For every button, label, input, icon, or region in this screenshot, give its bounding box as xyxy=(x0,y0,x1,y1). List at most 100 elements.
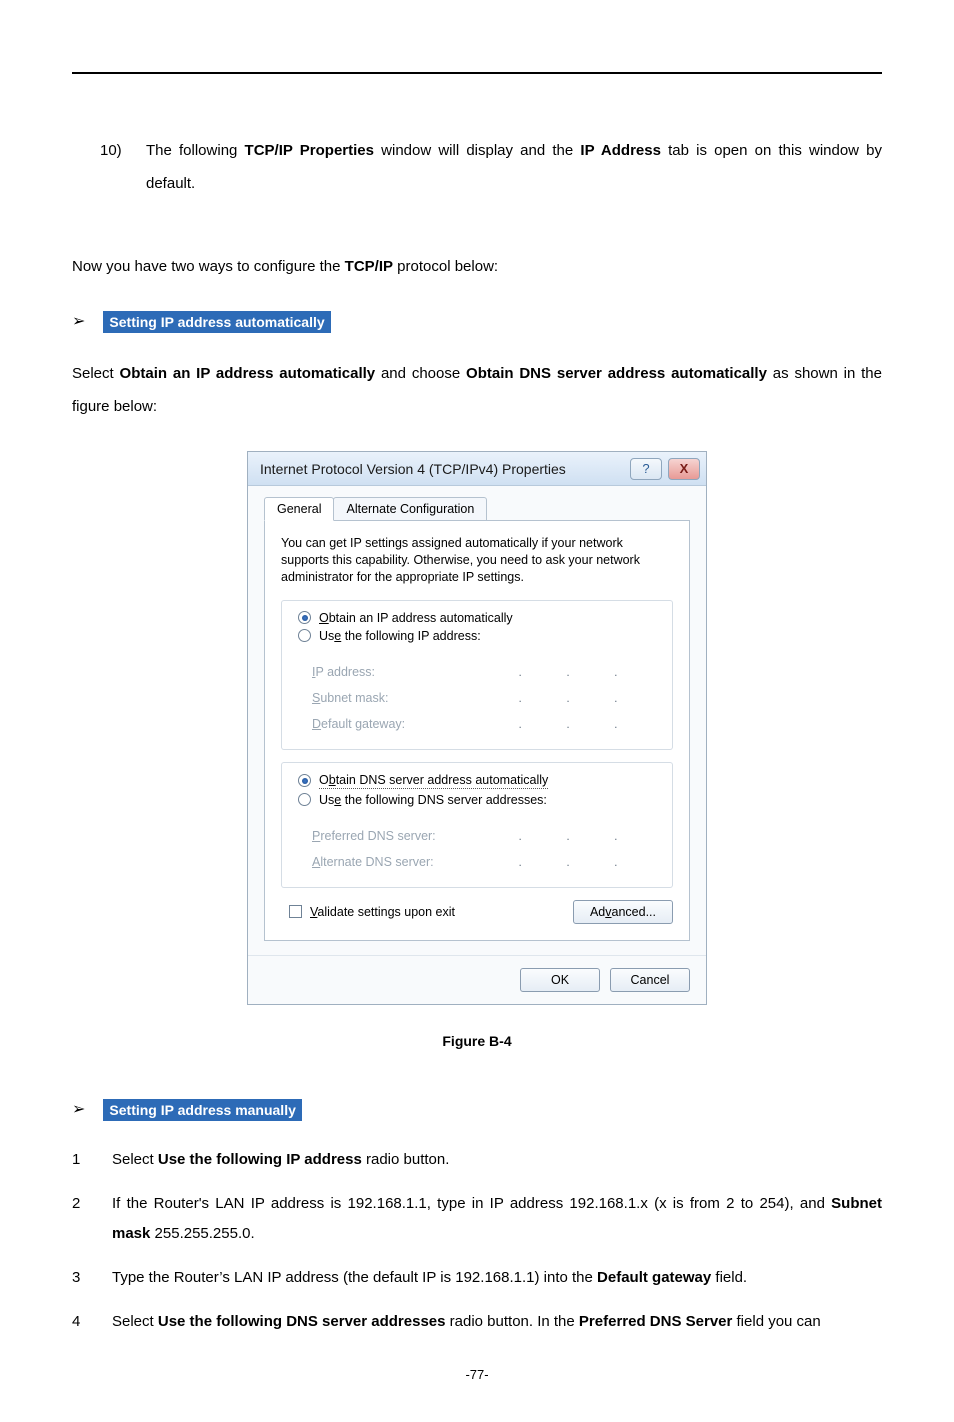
step-number: 2 xyxy=(72,1189,90,1249)
tab-panel-general: You can get IP settings assigned automat… xyxy=(264,520,690,941)
t: alidate settings upon exit xyxy=(317,905,455,919)
select-paragraph: Select Obtain an IP address automaticall… xyxy=(72,357,882,423)
t2: the following IP address: xyxy=(341,629,480,643)
field-preferred-dns: Preferred DNS server: ... xyxy=(312,825,658,847)
figure-caption: Figure B-4 xyxy=(72,1033,882,1049)
t: lternate DNS server: xyxy=(320,855,433,869)
preferred-dns-input[interactable]: ... xyxy=(478,825,658,847)
label: Alternate DNS server: xyxy=(312,855,462,869)
t1: If the Router's LAN IP address is 192.16… xyxy=(112,1195,825,1212)
radio-icon xyxy=(298,611,311,624)
t: efault gateway: xyxy=(321,717,405,731)
t3: field you can xyxy=(737,1313,821,1330)
step10-pre: The following xyxy=(146,142,237,159)
label: Subnet mask: xyxy=(312,691,462,705)
t1: O xyxy=(319,773,329,787)
b1: Use the following DNS server addresses xyxy=(158,1313,446,1330)
top-rule xyxy=(72,72,882,74)
radio-label: Obtain an IP address automatically xyxy=(319,611,513,625)
t1: Select xyxy=(112,1313,154,1330)
radio-label: Use the following IP address: xyxy=(319,629,481,643)
cancel-button[interactable]: Cancel xyxy=(610,968,690,992)
heading-auto: Setting IP address automatically xyxy=(103,311,330,333)
advanced-button[interactable]: Advanced... xyxy=(573,900,673,924)
b: Default gateway xyxy=(597,1269,711,1286)
dialog-body: General Alternate Configuration You can … xyxy=(248,486,706,955)
b2: Preferred DNS Server xyxy=(579,1313,732,1330)
step10-mid: window will display and the xyxy=(381,142,573,159)
ip-group: Obtain an IP address automatically Use t… xyxy=(281,600,673,647)
titlebar-buttons: ? X xyxy=(630,458,700,480)
manual-step-1: 1 Select Use the following IP address ra… xyxy=(72,1145,882,1175)
step-number: 1 xyxy=(72,1145,90,1175)
dialog-description: You can get IP settings assigned automat… xyxy=(281,535,673,586)
titlebar: Internet Protocol Version 4 (TCP/IPv4) P… xyxy=(248,452,706,486)
page-number: -77- xyxy=(72,1367,882,1382)
t: ubnet mask: xyxy=(320,691,388,705)
b: Use the following IP address xyxy=(158,1151,362,1168)
radio-obtain-ip-auto[interactable]: Obtain an IP address automatically xyxy=(298,611,664,625)
ul: b xyxy=(329,773,336,787)
t: P address: xyxy=(315,665,375,679)
two-ways-pre: Now you have two ways to configure the xyxy=(72,258,340,275)
dns-group: Obtain DNS server address automatically … xyxy=(281,762,673,811)
step-text: Select Use the following IP address radi… xyxy=(112,1145,882,1175)
field-default-gateway: Default gateway: ... xyxy=(312,713,658,735)
two-ways-post: protocol below: xyxy=(397,258,498,275)
manual-step-3: 3 Type the Router’s LAN IP address (the … xyxy=(72,1263,882,1293)
step10-bold1: TCP/IP Properties xyxy=(245,142,374,159)
subnet-mask-input[interactable]: ... xyxy=(478,687,658,709)
t2: radio button. In the xyxy=(450,1313,575,1330)
ip-address-input[interactable]: ... xyxy=(478,661,658,683)
default-gateway-input[interactable]: ... xyxy=(478,713,658,735)
two-ways-bold: TCP/IP xyxy=(345,258,393,275)
t2: field. xyxy=(715,1269,747,1286)
sel-pre: Select xyxy=(72,365,114,382)
t2: radio button. xyxy=(366,1151,449,1168)
step-10: 10) The following TCP/IP Properties wind… xyxy=(100,134,882,200)
tab-general[interactable]: General xyxy=(264,497,334,521)
ip-fields: IP address: ... Subnet mask: ... Default… xyxy=(281,647,673,750)
step-text: Select Use the following DNS server addr… xyxy=(112,1307,882,1337)
ok-button[interactable]: OK xyxy=(520,968,600,992)
help-icon[interactable]: ? xyxy=(630,458,662,480)
t1: Type the Router’s LAN IP address (the de… xyxy=(112,1269,593,1286)
heading-manual-row: ➢ Setting IP address manually xyxy=(72,1099,882,1121)
dialog-tabs: General Alternate Configuration xyxy=(264,496,690,520)
sel-b2: Obtain DNS server address automatically xyxy=(466,365,767,382)
close-icon[interactable]: X xyxy=(668,458,700,480)
heading-manual: Setting IP address manually xyxy=(103,1099,301,1121)
arrow-icon: ➢ xyxy=(72,1102,85,1118)
step-number: 3 xyxy=(72,1263,90,1293)
txt: btain an IP address automatically xyxy=(329,611,513,625)
t2: 255.255.255.0. xyxy=(155,1225,255,1242)
radio-obtain-dns-auto[interactable]: Obtain DNS server address automatically xyxy=(298,773,664,789)
radio-icon xyxy=(298,629,311,642)
sel-b1: Obtain an IP address automatically xyxy=(120,365,376,382)
step-10-text: The following TCP/IP Properties window w… xyxy=(146,134,882,200)
dialog-footer: OK Cancel xyxy=(248,955,706,1004)
alternate-dns-input[interactable]: ... xyxy=(478,851,658,873)
t2: anced... xyxy=(612,905,656,919)
checkbox-validate-on-exit[interactable]: Validate settings upon exit xyxy=(289,905,455,919)
radio-use-following-dns[interactable]: Use the following DNS server addresses: xyxy=(298,793,664,807)
checkbox-icon xyxy=(289,905,302,918)
dns-fields: Preferred DNS server: ... Alternate DNS … xyxy=(281,811,673,888)
t2: tain DNS server address automatically xyxy=(336,773,549,787)
radio-label: Use the following DNS server addresses: xyxy=(319,793,547,807)
t2: the following DNS server addresses: xyxy=(341,793,547,807)
step-text: If the Router's LAN IP address is 192.16… xyxy=(112,1189,882,1249)
radio-icon xyxy=(298,793,311,806)
t1: Select xyxy=(112,1151,154,1168)
step10-bold2: IP Address xyxy=(580,142,661,159)
radio-use-following-ip[interactable]: Use the following IP address: xyxy=(298,629,664,643)
t1: Us xyxy=(319,629,334,643)
radio-icon xyxy=(298,774,311,787)
checkbox-label: Validate settings upon exit xyxy=(310,905,455,919)
tab-alternate-configuration[interactable]: Alternate Configuration xyxy=(333,497,487,521)
sel-mid: and choose xyxy=(381,365,460,382)
t1: Us xyxy=(319,793,334,807)
validate-advanced-row: Validate settings upon exit Advanced... xyxy=(281,900,673,924)
t: referred DNS server: xyxy=(320,829,435,843)
arrow-icon: ➢ xyxy=(72,314,85,330)
